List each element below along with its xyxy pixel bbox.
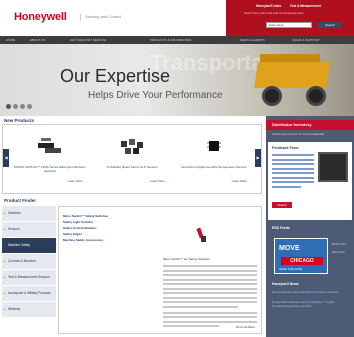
learn-more-link[interactable]: Learn More bbox=[68, 179, 83, 183]
distributor-inventory-button[interactable]: Distributor Inventory bbox=[266, 120, 354, 130]
nav-sales[interactable]: SALES & SUPPORT bbox=[292, 36, 320, 44]
trade-show-banner[interactable]: MOVE CHICAGO SAVE THE DATE bbox=[274, 238, 328, 274]
finder-item-label: Switches bbox=[8, 211, 21, 215]
hero-dot[interactable] bbox=[20, 104, 25, 109]
chevron-right-icon: ▸ bbox=[4, 307, 6, 311]
panel-description bbox=[163, 265, 257, 330]
hero-title: Our Expertise bbox=[60, 66, 171, 86]
hero-pager bbox=[6, 104, 34, 110]
finder-item-label: Controls & Monitors bbox=[8, 259, 36, 263]
util-link-test-measurement[interactable]: Test & Measurement bbox=[290, 4, 321, 8]
finder-item-machine-safety[interactable]: Machine Safety bbox=[2, 238, 56, 254]
finder-item-label: Machine Safety bbox=[8, 243, 30, 247]
feedback-submit-button[interactable]: Submit bbox=[272, 202, 292, 208]
search-button[interactable]: Search bbox=[318, 22, 342, 28]
feedback-form: Feedback Form Submit bbox=[268, 142, 352, 220]
new-products-title: New Products bbox=[4, 118, 35, 123]
finder-item-label: Wireless bbox=[8, 307, 21, 311]
product-finder-title: Product Finder bbox=[4, 198, 37, 203]
chevron-right-icon: ▸ bbox=[4, 211, 6, 215]
utility-bar: Honeywell Links Test & Measurement Searc… bbox=[226, 0, 354, 36]
banner-city: CHICAGO bbox=[281, 257, 323, 265]
chip-product-icon bbox=[207, 141, 221, 151]
utility-links: Honeywell Links Test & Measurement bbox=[256, 4, 329, 8]
nav-industry[interactable]: GET INDUSTRY SERVICE bbox=[70, 36, 106, 44]
news-list: Honeywell launches watertight miniature … bbox=[272, 290, 350, 308]
finder-item-label: Sensors bbox=[8, 227, 20, 231]
learn-more-link[interactable]: Learn More bbox=[232, 179, 247, 183]
chevron-right-icon: ▸ bbox=[4, 291, 6, 295]
truck-body bbox=[254, 62, 330, 88]
product-name[interactable]: TruStability Board Mount SLP Sensors bbox=[95, 165, 169, 169]
hero-subtitle: Helps Drive Your Performance bbox=[88, 90, 223, 101]
find-out-more-link[interactable]: Find Out More bbox=[236, 325, 255, 329]
honeywell-logo[interactable]: Honeywell bbox=[14, 11, 67, 23]
product-name[interactable]: HumidIcon Digital Humidity/Temperature S… bbox=[177, 165, 251, 169]
site-tagline: Sensing and Control bbox=[80, 14, 121, 20]
more-info-link[interactable]: More Info bbox=[332, 250, 345, 254]
nav-home[interactable]: HOME bbox=[6, 36, 15, 44]
nav-news[interactable]: NEWS & EVENTS bbox=[240, 36, 265, 44]
hero-dot[interactable] bbox=[6, 104, 11, 109]
product-finder-panel: Micro Switch™ Safety Switches Safety Lig… bbox=[58, 206, 262, 334]
nav-products[interactable]: PRODUCTS & INFORMATION bbox=[150, 36, 191, 44]
finder-item-sensors[interactable]: ▸ Sensors bbox=[2, 222, 56, 238]
product-card[interactable]: MICRO SWITCH™ V15W Series Waterright Min… bbox=[11, 131, 89, 189]
carousel-next-icon[interactable]: ▶ bbox=[255, 149, 261, 167]
chevron-right-icon: ▸ bbox=[4, 275, 6, 279]
finder-item-switches[interactable]: ▸ Switches bbox=[2, 206, 56, 222]
finder-item-test-measurement[interactable]: ▸ Test & Measurement Sensors bbox=[2, 270, 56, 286]
product-card[interactable]: HumidIcon Digital Humidity/Temperature S… bbox=[175, 131, 253, 189]
nav-about[interactable]: ABOUT US bbox=[30, 36, 45, 44]
new-products-carousel: ◀ MICRO SWITCH™ V15W Series Waterright M… bbox=[2, 124, 262, 194]
finder-item-label: Test & Measurement Sensors bbox=[8, 275, 50, 279]
finder-item-aerospace[interactable]: ▸ Aerospace & Military Products bbox=[2, 286, 56, 302]
news-link[interactable]: Honeywell launches watertight miniature … bbox=[272, 290, 350, 294]
learn-more-link[interactable]: Learn More bbox=[150, 179, 165, 183]
distributor-subtext[interactable]: Check part number for stock availability bbox=[272, 132, 324, 136]
subcategory-list: Micro Switch™ Safety Switches Safety Lig… bbox=[63, 213, 133, 243]
truck-wheel-icon bbox=[306, 86, 326, 106]
finder-item-controls[interactable]: ▸ Controls & Monitors bbox=[2, 254, 56, 270]
banner-headline: MOVE bbox=[279, 245, 300, 252]
carousel-prev-icon[interactable]: ◀ bbox=[3, 149, 9, 167]
feedback-image bbox=[318, 152, 348, 182]
feedback-text bbox=[272, 154, 314, 190]
finder-item-wireless[interactable]: ▸ Wireless bbox=[2, 302, 56, 318]
chevron-right-icon: ▸ bbox=[4, 227, 6, 231]
right-sidebar: Distributor Inventory Check part number … bbox=[266, 116, 354, 337]
hero-dot[interactable] bbox=[27, 104, 32, 109]
booth-info-link[interactable]: Booth Info bbox=[332, 242, 346, 246]
site-header: Honeywell Sensing and Control Honeywell … bbox=[0, 0, 354, 36]
banner-subtext: SAVE THE DATE bbox=[279, 267, 303, 271]
truck-wheel-icon bbox=[262, 86, 282, 106]
chevron-right-icon: ▸ bbox=[4, 259, 6, 263]
feedback-title: Feedback Form bbox=[272, 146, 299, 150]
search-tagline: Search the entire site and all Honeywell… bbox=[244, 11, 304, 15]
switch-product-icon bbox=[38, 138, 61, 153]
product-finder-menu: ▸ Switches ▸ Sensors Machine Safety ▸ Contr… bbox=[2, 206, 56, 318]
main-nav: HOME ABOUT US GET INDUSTRY SERVICE PRODU… bbox=[0, 36, 354, 44]
finder-item-label: Aerospace & Military Products bbox=[8, 291, 51, 295]
panel-description-title: Micro Switch™ GL Safety Switches bbox=[163, 257, 210, 261]
util-link-honeywell[interactable]: Honeywell Links bbox=[256, 4, 281, 8]
news-heading: Honeywell News bbox=[272, 282, 299, 286]
rss-feeds-heading[interactable]: RSS Feeds bbox=[272, 226, 290, 230]
subcategory-link[interactable]: Machine Safety Accessories bbox=[63, 237, 133, 243]
hero-banner[interactable]: Transportation Our Expertise Helps Drive… bbox=[0, 44, 354, 116]
product-name[interactable]: MICRO SWITCH™ V15W Series Waterright Min… bbox=[13, 165, 87, 173]
product-card[interactable]: TruStability Board Mount SLP Sensors Lea… bbox=[93, 131, 171, 189]
news-link[interactable]: Honeywell introduces new TruStability™ d… bbox=[272, 300, 350, 308]
safety-switch-icon bbox=[196, 227, 206, 242]
sensor-product-icon bbox=[121, 139, 143, 154]
hero-dot[interactable] bbox=[13, 104, 18, 109]
search-scope-select[interactable]: Enter Here bbox=[266, 22, 312, 28]
